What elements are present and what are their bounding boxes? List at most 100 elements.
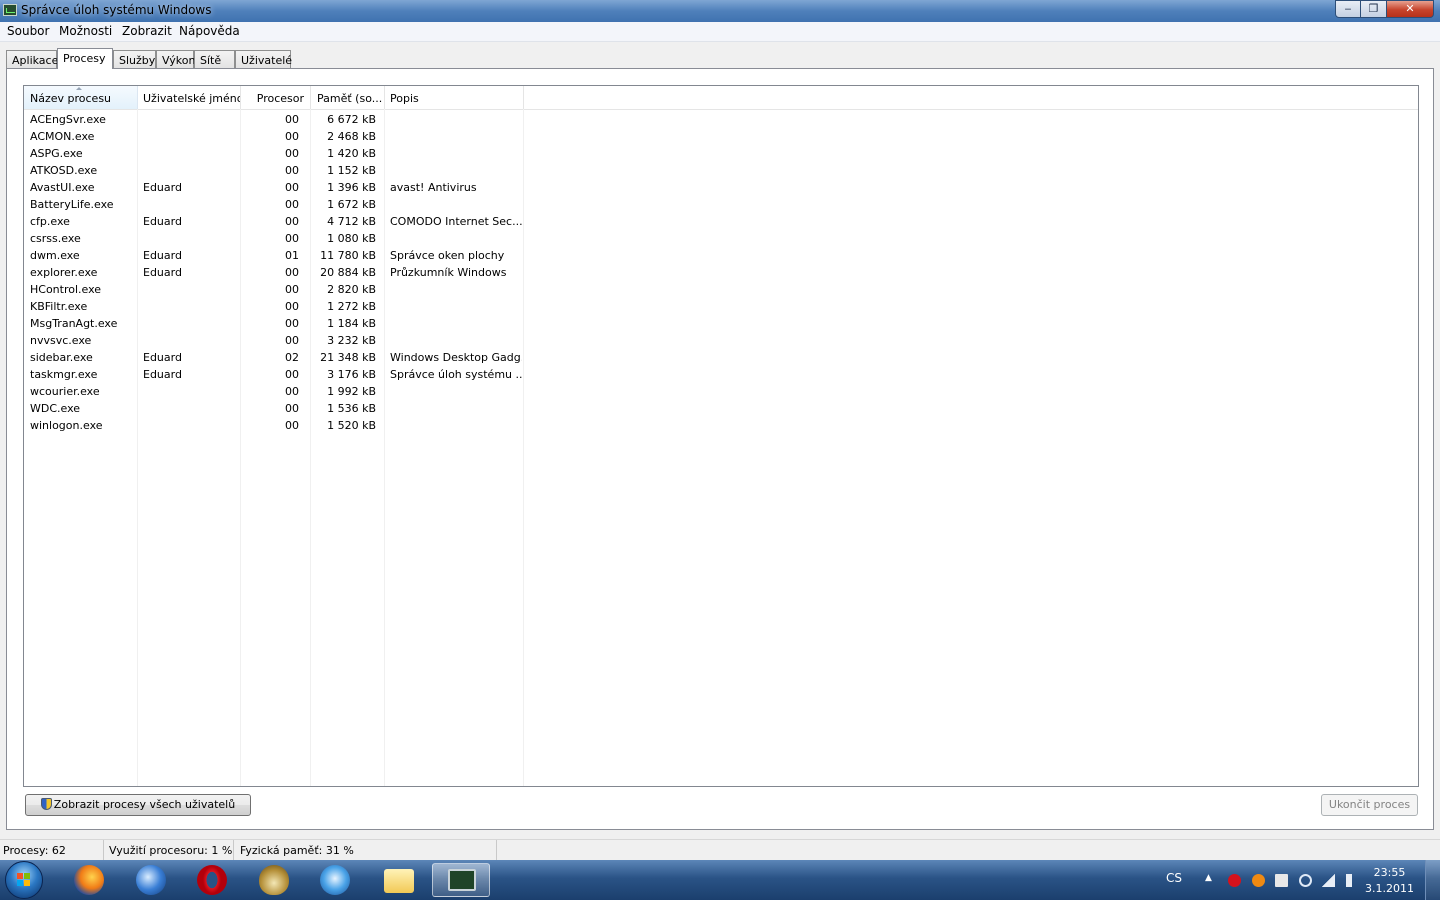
itunes-icon <box>320 865 350 895</box>
clock-date: 3.1.2011 <box>1365 882 1414 895</box>
menu-view[interactable]: Zobrazit <box>122 24 172 38</box>
table-row[interactable]: wcourier.exe 00 1 992 kB <box>24 383 544 400</box>
window-controls: ‒ ❐ ✕ <box>1335 0 1434 18</box>
show-all-users-label: Zobrazit procesy všech uživatelů <box>53 798 236 811</box>
table-row[interactable]: AvastUI.exe Eduard 00 1 396 kB avast! Antivi… <box>24 179 544 196</box>
volume-icon[interactable] <box>1346 874 1362 887</box>
process-name: winlogon.exe <box>30 419 103 432</box>
process-memory: 3 176 kB <box>327 368 376 381</box>
process-user: Eduard <box>143 368 182 381</box>
tab-processes[interactable]: Procesy <box>57 48 113 69</box>
end-process-button[interactable]: Ukončit proces <box>1321 794 1418 816</box>
process-list[interactable]: Název procesu Uživatelské jméno Procesor… <box>23 85 1419 787</box>
table-row[interactable]: BatteryLife.exe 00 1 672 kB <box>24 196 544 213</box>
table-row[interactable]: csrss.exe 00 1 080 kB <box>24 230 544 247</box>
tor-onion-icon <box>259 865 289 895</box>
tab-performance[interactable]: Výkon <box>156 50 195 68</box>
process-cpu: 00 <box>285 215 299 228</box>
comodo-icon[interactable] <box>1228 874 1241 887</box>
safely-remove-hardware-icon[interactable] <box>1275 874 1288 887</box>
process-cpu: 00 <box>285 385 299 398</box>
process-user: Eduard <box>143 215 182 228</box>
network-signal-icon[interactable] <box>1322 874 1335 887</box>
firefox-icon <box>74 865 104 895</box>
menu-bar: Soubor Možnosti Zobrazit Nápověda <box>0 22 1440 42</box>
taskbar-itunes[interactable] <box>308 863 364 897</box>
process-cpu: 00 <box>285 334 299 347</box>
uac-shield-icon <box>40 798 52 810</box>
table-row[interactable]: dwm.exe Eduard 01 11 780 kB Správce oken plo… <box>24 247 544 264</box>
table-row[interactable]: cfp.exe Eduard 00 4 712 kB COMODO Internet S… <box>24 213 544 230</box>
table-row[interactable]: KBFiltr.exe 00 1 272 kB <box>24 298 544 315</box>
process-cpu: 01 <box>285 249 299 262</box>
process-user: Eduard <box>143 249 182 262</box>
taskbar-tor[interactable] <box>247 863 303 897</box>
process-name: wcourier.exe <box>30 385 100 398</box>
process-cpu: 00 <box>285 368 299 381</box>
table-row[interactable]: ACEngSvr.exe 00 6 672 kB <box>24 111 544 128</box>
sort-ascending-icon <box>76 87 82 90</box>
process-memory: 1 396 kB <box>327 181 376 194</box>
menu-help[interactable]: Nápověda <box>179 24 240 38</box>
column-header-memory[interactable]: Paměť (so... <box>311 86 385 109</box>
column-header-cpu[interactable]: Procesor <box>241 86 311 109</box>
opera-icon <box>197 865 227 895</box>
table-row[interactable]: ASPG.exe 00 1 420 kB <box>24 145 544 162</box>
show-hidden-icons-button[interactable]: ▲ <box>1205 873 1212 883</box>
process-cpu: 00 <box>285 147 299 160</box>
table-row[interactable]: winlogon.exe 00 1 520 kB <box>24 417 544 434</box>
table-row[interactable]: explorer.exe Eduard 00 20 884 kB Průzkumník … <box>24 264 544 281</box>
tab-networking[interactable]: Sítě <box>194 50 235 68</box>
minimize-button[interactable]: ‒ <box>1335 0 1361 18</box>
process-name: HControl.exe <box>30 283 102 296</box>
clock[interactable]: 23:55 3.1.2011 <box>1365 865 1414 897</box>
process-memory: 11 780 kB <box>320 249 376 262</box>
table-row[interactable]: WDC.exe 00 1 536 kB <box>24 400 544 417</box>
maximize-button[interactable]: ❐ <box>1361 0 1387 18</box>
process-name: AvastUI.exe <box>30 181 95 194</box>
avast-icon[interactable] <box>1252 874 1265 887</box>
system-tray: CS ▲ 23:55 3.1.2011 <box>1150 860 1440 900</box>
show-all-users-button[interactable]: Zobrazit procesy všech uživatelů <box>25 794 251 816</box>
table-row[interactable]: nvvsvc.exe 00 3 232 kB <box>24 332 544 349</box>
process-name: WDC.exe <box>30 402 81 415</box>
process-description: Windows Desktop Gadg... <box>390 351 522 364</box>
table-row[interactable]: taskmgr.exe Eduard 00 3 176 kB Správce úloh … <box>24 366 544 383</box>
tab-users[interactable]: Uživatelé <box>235 50 292 68</box>
menu-file[interactable]: Soubor <box>7 24 49 38</box>
close-button[interactable]: ✕ <box>1387 0 1434 18</box>
process-name: nvvsvc.exe <box>30 334 92 347</box>
process-memory: 1 420 kB <box>327 147 376 160</box>
column-header-user[interactable]: Uživatelské jméno <box>138 86 241 109</box>
process-description: Správce oken plochy <box>390 249 505 262</box>
process-name: BatteryLife.exe <box>30 198 114 211</box>
wireless-icon[interactable] <box>1299 874 1312 887</box>
process-name: taskmgr.exe <box>30 368 98 381</box>
table-row[interactable]: ACMON.exe 00 2 468 kB <box>24 128 544 145</box>
column-header-description[interactable]: Popis <box>385 86 524 109</box>
table-row[interactable]: sidebar.exe Eduard 02 21 348 kB Windows Desk… <box>24 349 544 366</box>
language-indicator[interactable]: CS <box>1166 871 1182 885</box>
process-memory: 1 672 kB <box>327 198 376 211</box>
show-desktop-button[interactable] <box>1425 860 1440 900</box>
taskbar-opera[interactable] <box>185 863 241 897</box>
process-description: COMODO Internet Sec... <box>390 215 522 228</box>
column-header-name[interactable]: Název procesu <box>24 86 138 109</box>
tab-services[interactable]: Služby <box>113 50 156 68</box>
menu-options[interactable]: Možnosti <box>59 24 112 38</box>
table-row[interactable]: ATKOSD.exe 00 1 152 kB <box>24 162 544 179</box>
tab-applications[interactable]: Aplikace <box>6 50 58 68</box>
taskbar-google-earth[interactable] <box>124 863 180 897</box>
process-cpu: 00 <box>285 113 299 126</box>
process-description: Správce úloh systému ... <box>390 368 522 381</box>
process-cpu: 00 <box>285 300 299 313</box>
process-memory: 2 468 kB <box>327 130 376 143</box>
taskbar-explorer[interactable] <box>370 863 426 897</box>
explorer-folder-icon <box>384 869 414 893</box>
taskbar-firefox[interactable] <box>62 863 118 897</box>
start-button[interactable] <box>5 861 43 899</box>
process-cpu: 00 <box>285 181 299 194</box>
taskbar-task-manager[interactable] <box>432 863 490 897</box>
table-row[interactable]: MsgTranAgt.exe 00 1 184 kB <box>24 315 544 332</box>
table-row[interactable]: HControl.exe 00 2 820 kB <box>24 281 544 298</box>
